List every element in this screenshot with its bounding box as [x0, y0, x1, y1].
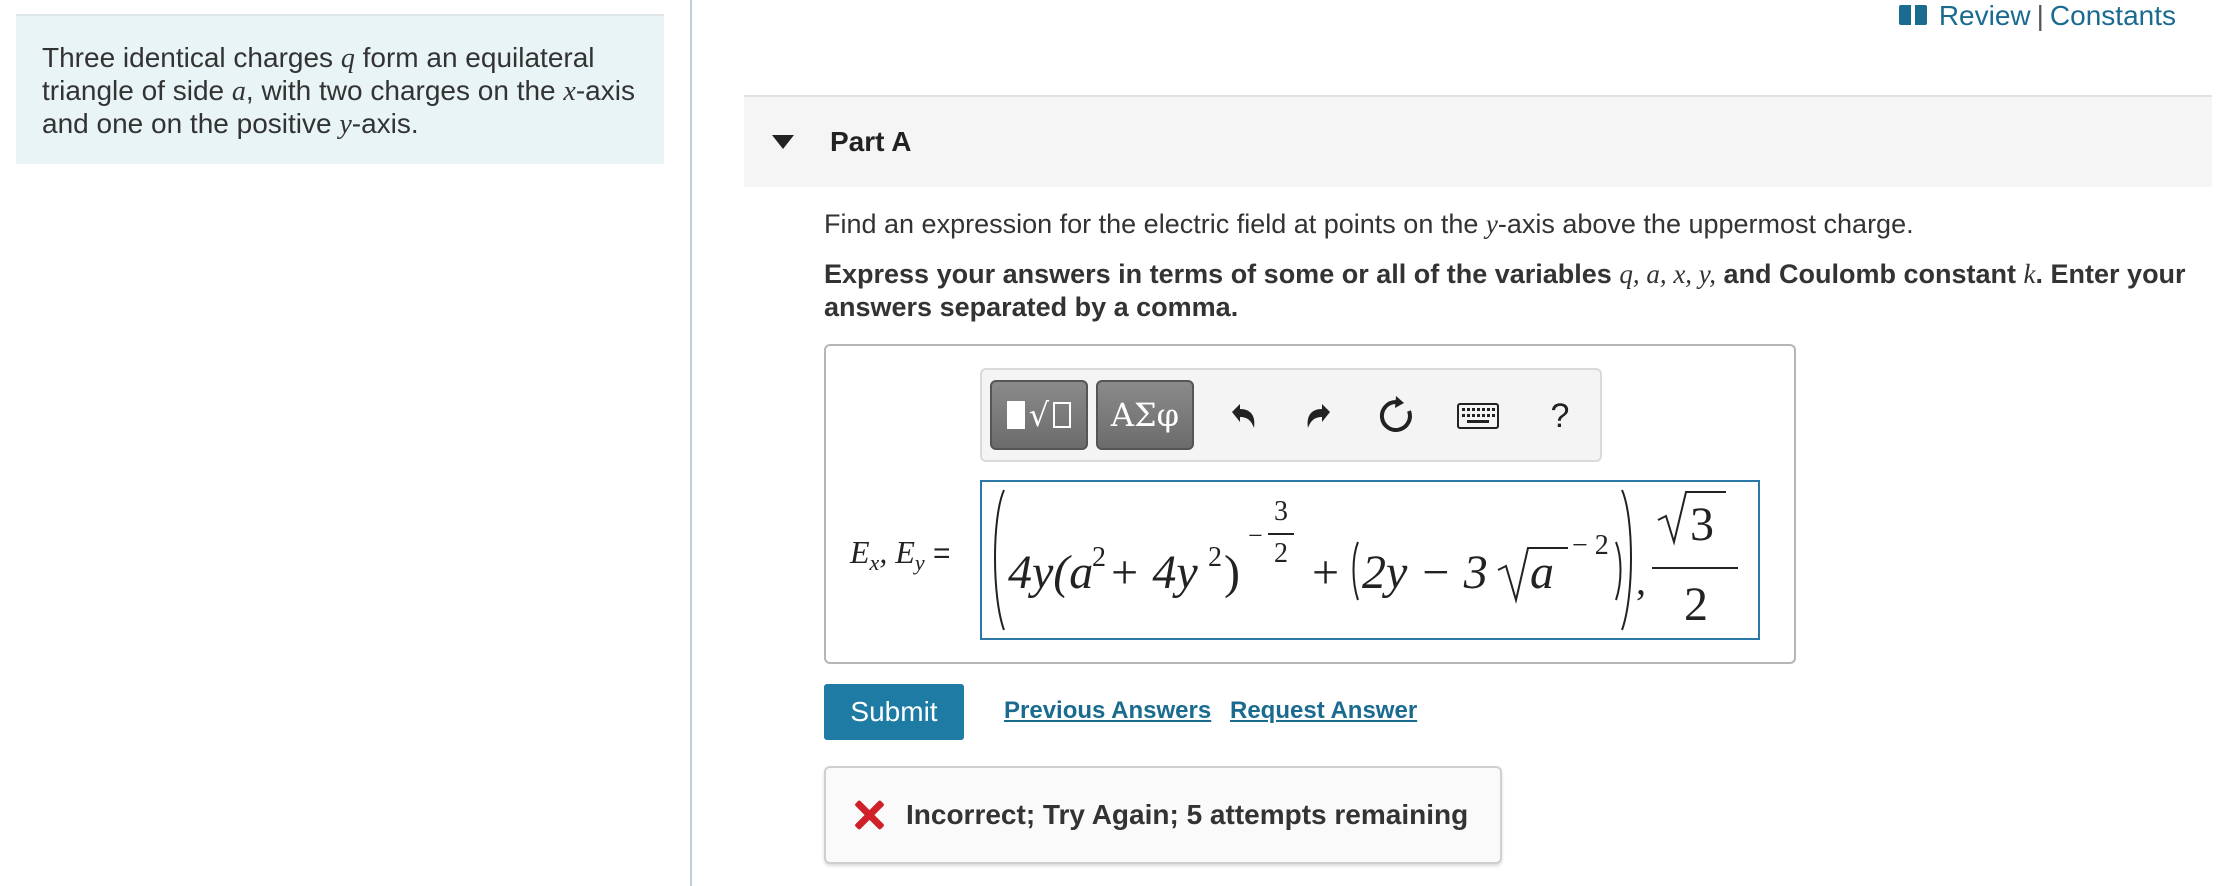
- question-text: Find an expression for the electric fiel…: [824, 208, 2214, 240]
- submit-button[interactable]: Submit: [824, 684, 964, 740]
- book-icon: [1898, 5, 1927, 27]
- greek-symbols-button[interactable]: ΑΣφ: [1096, 380, 1194, 450]
- instruction-text: Express your answers in terms of some or…: [824, 258, 2214, 324]
- intro-text: -axis: [575, 75, 635, 106]
- exp-minus: −: [1248, 521, 1263, 550]
- constants-link[interactable]: Constants: [2050, 0, 2176, 32]
- templates-button[interactable]: √: [990, 380, 1088, 450]
- caret-down-icon[interactable]: [772, 135, 794, 149]
- question-text-part: -axis above the uppermost charge.: [1497, 209, 1914, 239]
- var-y: y: [339, 109, 352, 140]
- answer-label: Ex, Ey =: [850, 534, 950, 576]
- question-text-part: Find an expression for the electric fiel…: [824, 209, 1486, 239]
- feedback-box: Incorrect; Try Again; 5 attempts remaini…: [824, 766, 1502, 864]
- frac-numerator: 3: [1690, 498, 1714, 551]
- intro-text: Three identical charges: [42, 42, 341, 73]
- var-a: a: [231, 76, 246, 107]
- expr-comma: ,: [1636, 558, 1646, 603]
- redo-icon[interactable]: [1298, 394, 1342, 438]
- intro-text: triangle of side: [42, 75, 232, 106]
- templates-icon: √: [1006, 396, 1072, 434]
- expr-exponent: 2: [1208, 542, 1222, 573]
- reset-icon[interactable]: [1374, 394, 1418, 438]
- intro-text: -axis.: [351, 108, 419, 139]
- var-y: y: [1485, 209, 1498, 239]
- var-k: k: [2023, 259, 2036, 289]
- label-sub: x: [869, 550, 880, 575]
- math-expression: 4y(a 2 + 4y 2 ) − 3 2 + 2y − 3 a − 2 , 3…: [994, 489, 1738, 631]
- math-toolbar: √ ΑΣφ ?: [980, 368, 1602, 462]
- keyboard-icon[interactable]: [1456, 394, 1500, 438]
- var-q: q: [340, 43, 355, 74]
- expr-2y: 2y − 3: [1362, 546, 1488, 599]
- left-panel: Three identical charges q form an equila…: [0, 0, 692, 886]
- intro-text: and one on the positive: [42, 108, 340, 139]
- label-sub: y: [914, 550, 925, 575]
- part-title: Part A: [830, 126, 912, 157]
- incorrect-x-icon: [854, 800, 884, 830]
- header-links: Review | Constants: [1898, 0, 2176, 32]
- expr-close-paren: ): [1224, 546, 1240, 599]
- feedback-text: Incorrect; Try Again; 5 attempts remaini…: [906, 799, 1469, 830]
- part-a-header[interactable]: Part A: [744, 95, 2212, 187]
- expr-neg-exponent: − 2: [1572, 530, 1609, 561]
- expr-exponent: 2: [1092, 542, 1106, 573]
- instruction-text-part: Express your answers in terms of some or…: [824, 259, 1620, 289]
- label-comma: ,: [879, 534, 896, 570]
- variable-list: q, a, x, y,: [1619, 259, 1717, 289]
- intro-text: , with two charges on the: [245, 75, 564, 106]
- help-button[interactable]: ?: [1538, 394, 1582, 438]
- intro-text: form an equilateral: [354, 42, 595, 73]
- label-equals: =: [924, 537, 951, 570]
- exp-numerator: 3: [1274, 496, 1288, 527]
- problem-intro: Three identical charges q form an equila…: [16, 14, 664, 164]
- review-link[interactable]: Review: [1939, 0, 2031, 32]
- link-separator: |: [2036, 0, 2044, 31]
- expr-plus-4y: + 4y: [1108, 546, 1198, 599]
- expr-4y: 4y(a: [1008, 546, 1093, 599]
- var-x: x: [563, 76, 576, 107]
- undo-icon[interactable]: [1220, 394, 1264, 438]
- label-e: E: [850, 534, 870, 570]
- instruction-text-part: and Coulomb constant: [1716, 259, 2024, 289]
- exp-denominator: 2: [1274, 538, 1288, 569]
- previous-answers-link[interactable]: Previous Answers: [1004, 697, 1211, 725]
- request-answer-link[interactable]: Request Answer: [1230, 697, 1417, 725]
- frac-denominator: 2: [1684, 578, 1708, 631]
- expr-sqrt-a: a: [1530, 546, 1554, 599]
- answer-input[interactable]: 4y(a 2 + 4y 2 ) − 3 2 + 2y − 3 a − 2 , 3…: [980, 480, 1760, 640]
- label-e: E: [895, 534, 915, 570]
- expr-plus: +: [1312, 546, 1339, 599]
- answer-box: √ ΑΣφ ? Ex, Ey = 4y(a 2 + 4y 2) − 3 2 +…: [824, 344, 1796, 664]
